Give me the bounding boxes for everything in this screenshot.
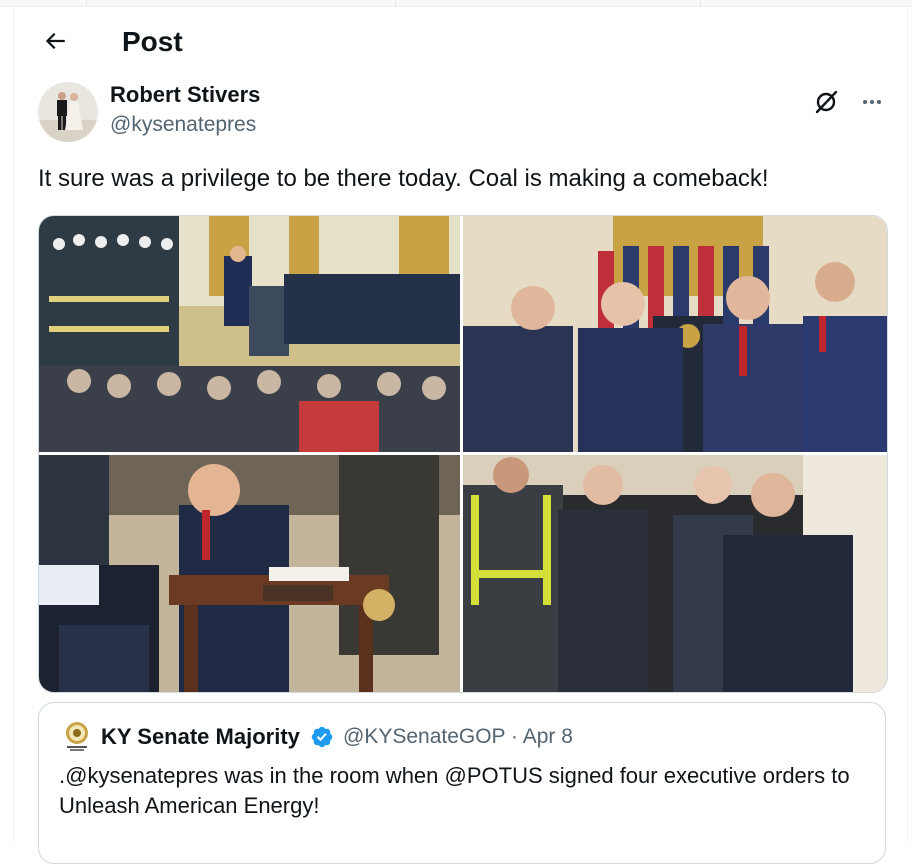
more-options-button[interactable] <box>856 86 888 118</box>
media-photo-1[interactable] <box>39 216 460 452</box>
media-photo-4[interactable] <box>463 455 887 692</box>
quote-author-name[interactable]: KY Senate Majority <box>101 724 300 750</box>
post-header: Post <box>14 6 907 78</box>
media-grid <box>38 215 888 693</box>
quote-author-avatar[interactable] <box>61 721 93 753</box>
quote-separator: · <box>511 725 519 748</box>
grok-button[interactable] <box>810 86 842 118</box>
grok-icon <box>815 90 838 114</box>
column-border-left <box>13 6 14 842</box>
tweet-text: It sure was a privilege to be there toda… <box>38 165 769 192</box>
quote-author-handle[interactable]: @KYSenateGOP <box>343 725 505 748</box>
verified-badge-icon <box>310 725 334 749</box>
column-border-right <box>907 6 908 842</box>
quoted-post-card[interactable]: KY Senate Majority @KYSenateGOP · Apr 8 … <box>38 702 886 864</box>
author-name[interactable]: Robert Stivers <box>110 82 260 108</box>
back-button[interactable] <box>38 24 72 58</box>
media-photo-2[interactable] <box>463 216 887 452</box>
more-icon <box>863 100 881 104</box>
author-handle[interactable]: @kysenatepres <box>110 112 256 138</box>
back-arrow-icon <box>45 32 65 50</box>
page-title: Post <box>122 26 183 57</box>
media-photo-3[interactable] <box>39 455 460 692</box>
quote-date[interactable]: Apr 8 <box>523 725 573 748</box>
author-avatar[interactable] <box>38 82 98 142</box>
quote-meta: @KYSenateGOP · Apr 8 <box>343 724 573 750</box>
quote-text: .@kysenatepres was in the room when @POT… <box>59 763 850 818</box>
